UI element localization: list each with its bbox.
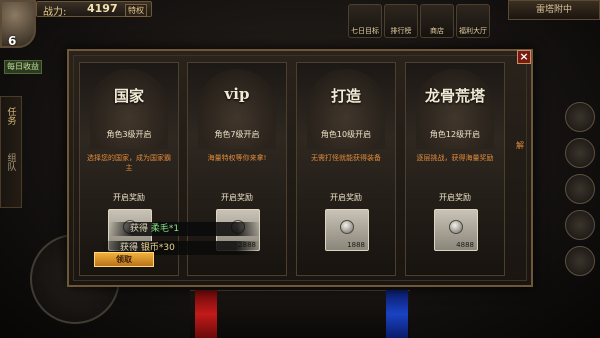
mp-orb [386, 290, 408, 338]
card-title: vip [224, 85, 250, 103]
skill-buttons [560, 96, 600, 326]
bottom-action-bar [190, 290, 410, 338]
hp-orb [195, 290, 217, 338]
silver-coin-icon [340, 220, 354, 234]
card-unlock-level: 角色7级开启 [214, 130, 260, 139]
privilege-tag[interactable]: 特权 [125, 4, 147, 17]
card-title: 龙骨荒塔 [424, 87, 485, 105]
card-reward-label: 开启奖励 [113, 193, 145, 202]
skill-button[interactable] [565, 210, 595, 240]
card-description: 选择您的国家，成为国家霸主 [87, 154, 171, 172]
reward-count: 4888 [456, 241, 474, 249]
card-title: 打造 [330, 87, 361, 105]
card-description: 海量特权等你来拿! [207, 154, 267, 162]
feature-card-tower[interactable]: 龙骨荒塔 角色12级开启 逐层挑战，获得海量奖励 开启奖励 4888 [405, 62, 505, 276]
top-icon-bar: 七日目标 排行榜 商店 福利大厅 [348, 4, 490, 38]
power-label: 战力: [43, 7, 67, 18]
skill-button[interactable] [565, 174, 595, 204]
power-display: 战力: 4197 特权 [36, 1, 152, 18]
tab-team[interactable]: 组队 [5, 153, 18, 171]
reward-toast: 获得 柔毛*1 [110, 222, 260, 236]
daily-income-button[interactable]: 每日收益 [4, 60, 42, 74]
card-title: 国家 [113, 87, 144, 105]
toast-prefix: 获得 [130, 224, 149, 234]
tab-task[interactable]: 任务 [5, 107, 18, 125]
reward-count: 1888 [347, 241, 365, 249]
skill-button[interactable] [565, 138, 595, 168]
card-unlock-level: 角色12级开启 [429, 130, 481, 139]
feature-card-forge[interactable]: 打造 角色10级开启 无需打怪就能获得装备 开启奖励 1888 [296, 62, 396, 276]
silver-coin-icon [449, 220, 463, 234]
reward-slot[interactable]: 1888 [325, 209, 369, 251]
close-icon[interactable]: × [517, 50, 531, 64]
card-reward-label: 开启奖励 [330, 193, 362, 202]
card-unlock-level: 角色10级开启 [320, 130, 372, 139]
top-hud: 6 战力: 4197 特权 七日目标 排行榜 商店 福利大厅 雷塔附中 [0, 0, 600, 48]
claim-button[interactable]: 领取 [94, 252, 154, 267]
offscreen-card-hint: 解 [516, 141, 524, 150]
side-task-panel: 任务 组队 [0, 96, 22, 208]
card-description: 无需打怪就能获得装备 [311, 154, 381, 162]
card-reward-label: 开启奖励 [221, 193, 253, 202]
card-unlock-level: 角色3级开启 [106, 130, 152, 139]
calendar-icon[interactable]: 七日目标 [348, 4, 382, 38]
toast-item: 柔毛*1 [150, 224, 180, 234]
shop-icon[interactable]: 商店 [420, 4, 454, 38]
skill-button[interactable] [565, 246, 595, 276]
card-description: 逐层挑战，获得海量奖励 [416, 154, 494, 162]
player-level: 6 [8, 34, 17, 48]
ranking-icon[interactable]: 排行榜 [384, 4, 418, 38]
card-reward-label: 开启奖励 [439, 193, 471, 202]
reward-slot[interactable]: 4888 [434, 209, 478, 251]
skill-button[interactable] [565, 102, 595, 132]
player-avatar[interactable] [0, 0, 36, 48]
gift-icon[interactable]: 福利大厅 [456, 4, 490, 38]
power-value: 4197 [87, 2, 118, 15]
map-title: 雷塔附中 [508, 0, 600, 20]
